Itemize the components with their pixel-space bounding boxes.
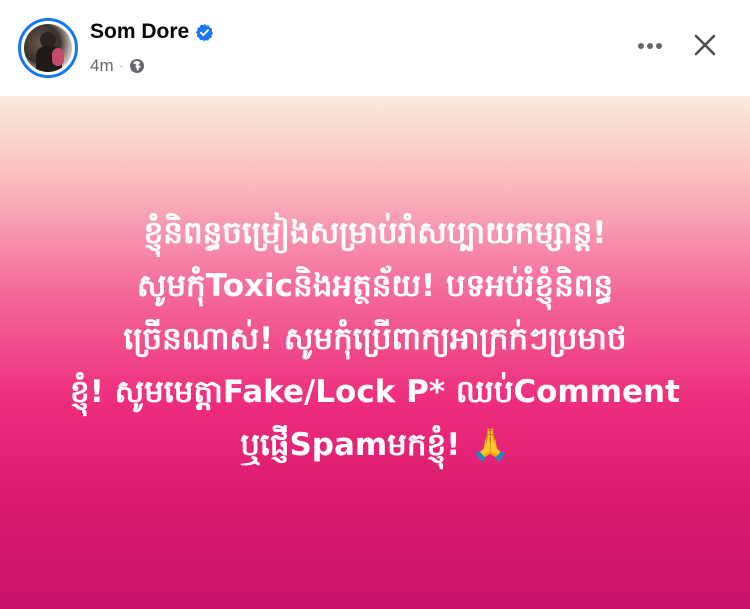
author-row: Som Dore xyxy=(90,20,214,44)
post-time[interactable]: 4m xyxy=(90,56,114,76)
post-line-2: សូមកុំToxicនិងអត្ថន័យ! បទអប់រំខ្ញុំនិពន្… xyxy=(136,268,614,304)
meta-separator: · xyxy=(119,60,123,72)
close-icon xyxy=(694,34,716,56)
post-line-4: ខ្ញុំ! សូមមេត្តាFake/Lock P* ឈប់Comment xyxy=(70,374,680,410)
post-background: ខ្ញុំនិពន្ធចម្រៀងសម្រាប់រាំសប្បាយកម្សាន្… xyxy=(0,96,750,609)
post-line-3: ច្រើនណាស់! សូមកុំប្រើពាក្យអាក្រក់ៗប្រមាថ xyxy=(123,321,627,357)
avatar-photo xyxy=(24,24,72,72)
author-name[interactable]: Som Dore xyxy=(90,20,189,44)
more-options-button[interactable] xyxy=(630,26,670,66)
close-button[interactable] xyxy=(684,24,726,66)
avatar[interactable] xyxy=(18,18,78,78)
post-body: ខ្ញុំនិពន្ធចម្រៀងសម្រាប់រាំសប្បាយកម្សាន្… xyxy=(30,207,720,472)
post-line-5: ឬផ្ញើSpamមកខ្ញុំ! 🙏 xyxy=(240,427,510,463)
post-line-1: ខ្ញុំនិពន្ធចម្រៀងសម្រាប់រាំសប្បាយកម្សាន្… xyxy=(143,215,607,251)
verified-badge-icon xyxy=(196,23,214,41)
post-header: Som Dore 4m · xyxy=(0,0,750,96)
post-meta: 4m · xyxy=(90,56,145,76)
more-horizontal-icon xyxy=(638,43,662,49)
globe-icon[interactable] xyxy=(129,58,145,74)
